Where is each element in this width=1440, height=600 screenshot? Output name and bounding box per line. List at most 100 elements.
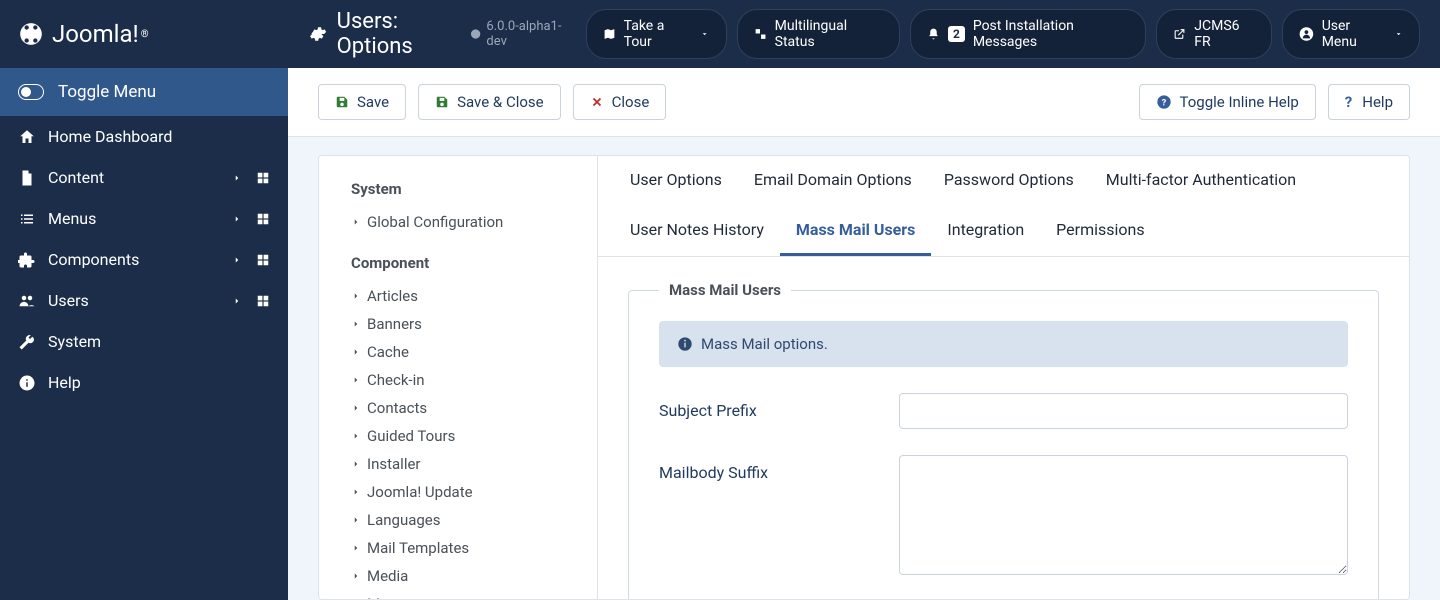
save-icon [435,95,449,109]
sidebar-item-menus[interactable]: Menus [0,198,288,239]
chevron-right-icon [351,513,361,527]
tree-item-label: Banners [367,315,422,333]
panel-body: Mass Mail Users Mass Mail options. Subje… [598,257,1409,600]
sidebar-item-help[interactable]: Help [0,362,288,403]
subject-prefix-label: Subject Prefix [659,393,899,420]
tree-item-global-configuration[interactable]: Global Configuration [351,208,597,236]
sidebar-item-content[interactable]: Content [0,157,288,198]
chevron-right-icon [351,317,361,331]
chevron-down-icon [1394,29,1403,39]
chevron-right-icon [351,215,361,229]
mailbody-suffix-label: Mailbody Suffix [659,455,899,482]
sidebar-item-users[interactable]: Users [0,280,288,321]
grid-icon [256,294,270,308]
chevron-right-icon [351,457,361,471]
file-icon [18,169,36,187]
grid-icon [256,212,270,226]
mailbody-suffix-textarea[interactable] [899,455,1348,575]
tree-item-label: Articles [367,287,418,305]
tab-integration[interactable]: Integration [931,206,1040,256]
save-close-button[interactable]: Save & Close [418,84,561,120]
info-icon [18,374,36,392]
subject-prefix-row: Subject Prefix [659,393,1348,429]
tree-item-banners[interactable]: Banners [351,310,597,338]
user-menu-button[interactable]: User Menu [1282,9,1420,59]
gear-icon [308,24,327,44]
sidebar-item-home-dashboard[interactable]: Home Dashboard [0,116,288,157]
tab-user-options[interactable]: User Options [614,156,738,206]
tree-item-joomla-update[interactable]: Joomla! Update [351,478,597,506]
external-link-button[interactable]: JCMS6 FR [1156,9,1272,59]
tree-item-label: Media [367,567,408,585]
tab-mass-mail-users[interactable]: Mass Mail Users [780,206,931,256]
subject-prefix-input[interactable] [899,393,1348,429]
save-button[interactable]: Save [318,84,406,120]
multilingual-status-button[interactable]: Multilingual Status [737,9,900,59]
chevron-right-icon [232,253,242,267]
grid-icon [256,253,270,267]
chevron-right-icon [351,401,361,415]
sidebar-item-label: Home Dashboard [48,127,270,146]
version-badge: 6.0.0-alpha1-dev [470,19,575,49]
sidebar-item-label: Help [48,373,270,392]
joomla-small-icon [470,28,481,40]
close-button[interactable]: Close [573,84,667,120]
take-tour-button[interactable]: Take a Tour [586,9,727,59]
tree-item-check-in[interactable]: Check-in [351,366,597,394]
wrench-icon [18,333,36,351]
chevron-right-icon [351,485,361,499]
tree-item-label: Global Configuration [367,213,503,231]
chevron-right-icon [351,345,361,359]
tab-user-notes-history[interactable]: User Notes History [614,206,780,256]
info-icon [677,336,693,352]
tree-item-languages[interactable]: Languages [351,506,597,534]
tree-item-menus[interactable]: Menus [351,590,597,600]
topbar: Users: Options 6.0.0-alpha1-dev Take a T… [288,0,1440,68]
chevron-right-icon [232,212,242,226]
tabs: User OptionsEmail Domain OptionsPassword… [598,156,1409,257]
list-icon [18,210,36,228]
tree-heading-system: System [351,180,597,198]
users-icon [18,292,36,310]
content-area: System Global Configuration Component Ar… [288,137,1440,600]
tree-item-mail-templates[interactable]: Mail Templates [351,534,597,562]
tree-heading-component: Component [351,254,597,272]
tree-item-media[interactable]: Media [351,562,597,590]
home-icon [18,128,36,146]
grid-icon [256,171,270,185]
sidebar-item-system[interactable]: System [0,321,288,362]
tab-password-options[interactable]: Password Options [928,156,1090,206]
toggle-inline-help-button[interactable]: ? Toggle Inline Help [1139,84,1316,120]
tree-item-label: Languages [367,511,441,529]
notifications-button[interactable]: 2 Post Installation Messages [910,9,1146,59]
fieldset-legend: Mass Mail Users [659,281,791,299]
sidebar: Joomla!® Toggle Menu Home Dashboard Cont… [0,0,288,600]
save-icon [335,95,349,109]
toggle-menu-label: Toggle Menu [58,82,156,102]
tree-item-label: Joomla! Update [367,483,473,501]
tree-item-contacts[interactable]: Contacts [351,394,597,422]
tab-multi-factor-authentication[interactable]: Multi-factor Authentication [1090,156,1312,206]
page-title: Users: Options [308,9,470,59]
chevron-right-icon [351,429,361,443]
content-panel: User OptionsEmail Domain OptionsPassword… [598,155,1410,600]
brand-label: Joomla! [52,20,139,48]
tree-item-installer[interactable]: Installer [351,450,597,478]
tree-item-label: Contacts [367,399,427,417]
tree-item-cache[interactable]: Cache [351,338,597,366]
tree-item-guided-tours[interactable]: Guided Tours [351,422,597,450]
logo[interactable]: Joomla!® [0,0,288,68]
info-alert: Mass Mail options. [659,321,1348,367]
tree-item-articles[interactable]: Articles [351,282,597,310]
tab-email-domain-options[interactable]: Email Domain Options [738,156,928,206]
notifications-count: 2 [948,26,965,42]
tab-permissions[interactable]: Permissions [1040,206,1160,256]
toggle-menu-button[interactable]: Toggle Menu [0,68,288,116]
sidebar-item-label: Components [48,250,232,269]
bell-icon [927,27,940,41]
sidebar-item-components[interactable]: Components [0,239,288,280]
chevron-right-icon [351,569,361,583]
user-icon [1299,26,1314,42]
help-button[interactable]: ? Help [1328,84,1410,120]
question-circle-icon: ? [1156,94,1172,110]
